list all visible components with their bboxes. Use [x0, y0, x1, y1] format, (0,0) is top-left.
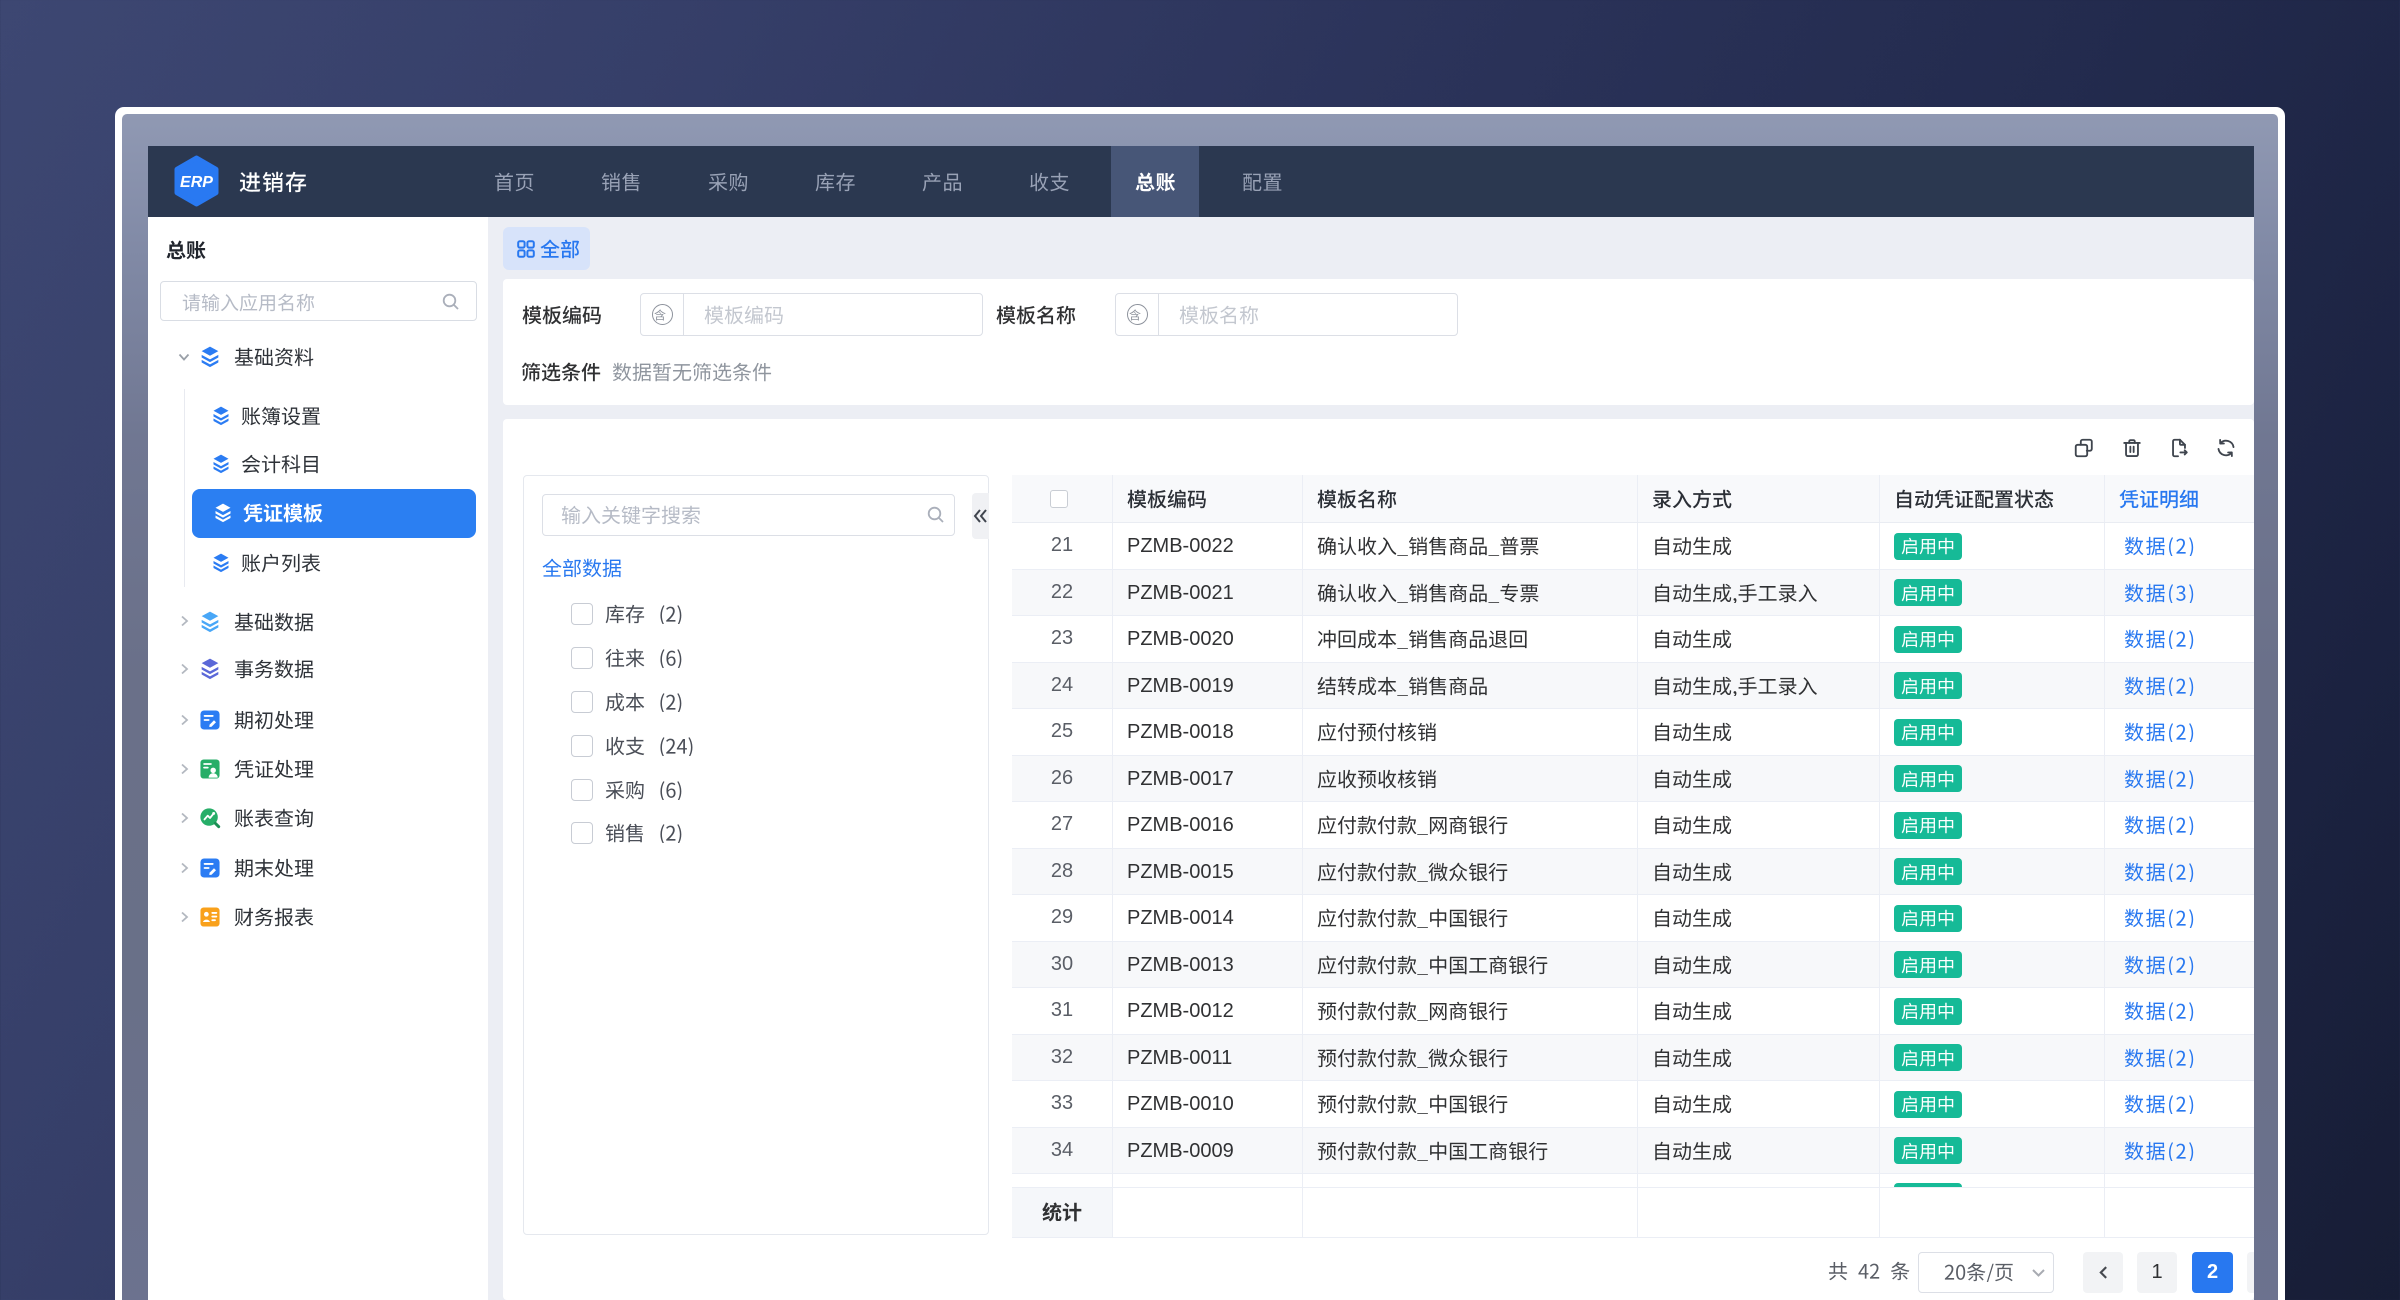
svg-text:ERP: ERP [180, 174, 213, 191]
